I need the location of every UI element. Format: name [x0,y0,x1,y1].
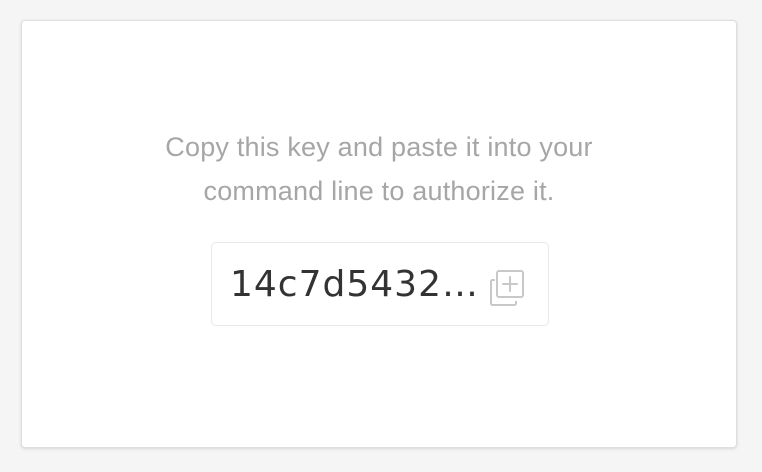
instructions-text: Copy this key and paste it into your com… [22,125,736,213]
authorization-card: Copy this key and paste it into your com… [21,20,737,448]
copy-plus-icon [490,270,524,306]
api-key-value[interactable]: 14c7d54326... [230,263,480,307]
instructions-line-2: command line to authorize it. [203,176,555,206]
instructions-line-1: Copy this key and paste it into your [165,132,593,162]
copy-key-button[interactable] [488,267,528,307]
api-key-box[interactable]: 14c7d54326... [211,242,549,326]
